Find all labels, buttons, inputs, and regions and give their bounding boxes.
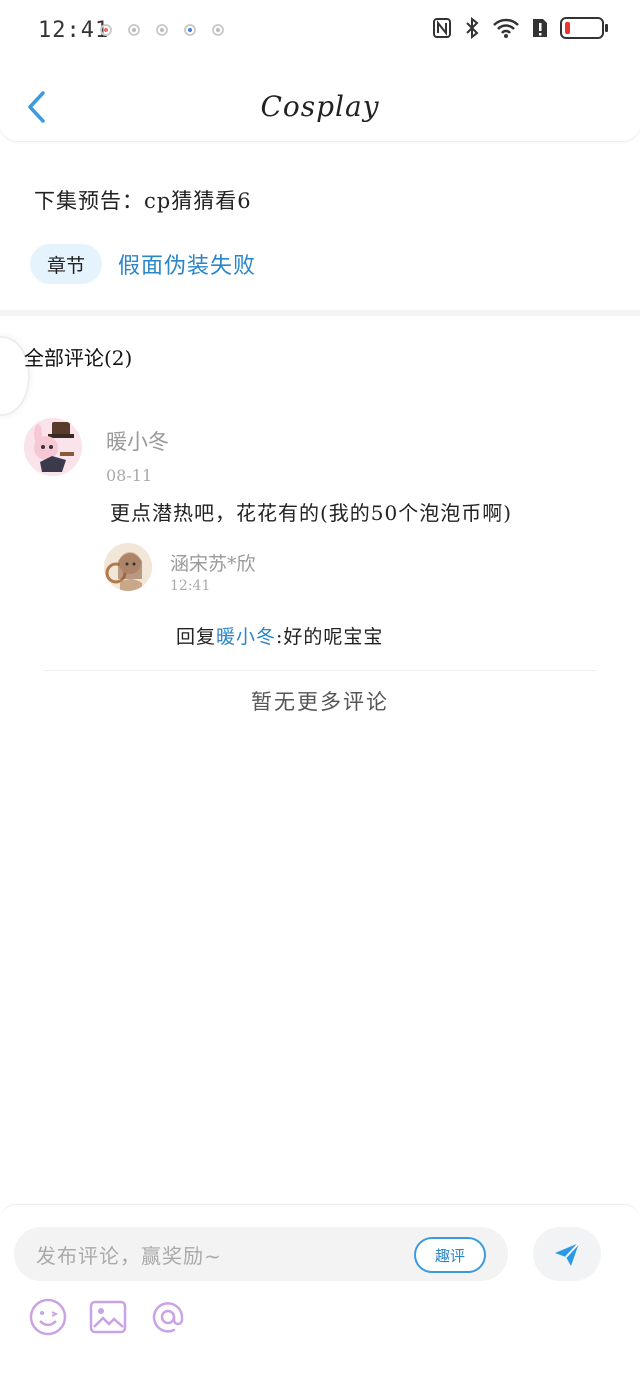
notification-dot-icon <box>156 24 168 36</box>
comments-divider <box>44 670 596 671</box>
next-preview-text: 下集预告：cp猜猜看6 <box>34 189 252 213</box>
reply-time: 12:41 <box>170 578 211 594</box>
comment-placeholder: 发布评论，赢奖励~ <box>36 1244 222 1268</box>
status-time: 12:41 <box>38 18 110 43</box>
chapter-row: 章节 假面伪装失败 <box>30 244 256 284</box>
chapter-link[interactable]: 假面伪装失败 <box>118 248 256 280</box>
notification-icons <box>100 24 224 36</box>
send-icon <box>555 1242 580 1266</box>
comment-composer: 发布评论，赢奖励~ 趣评 <box>0 1204 640 1387</box>
comment-text: 更点潜热吧，花花有的(我的50个泡泡币啊) <box>110 501 513 525</box>
wifi-icon <box>492 16 520 40</box>
reply-body: :好的呢宝宝 <box>276 626 384 648</box>
fun-comment-button[interactable]: 趣评 <box>414 1237 486 1273</box>
chapter-pill: 章节 <box>30 244 102 284</box>
reply-prefix: 回复 <box>176 626 217 648</box>
status-bar: 12:41 <box>0 0 640 62</box>
notification-dot-icon <box>128 24 140 36</box>
system-icons <box>432 16 608 40</box>
avatar[interactable] <box>104 543 152 591</box>
composer-tools <box>28 1297 188 1337</box>
top-navbar: Cosplay <box>0 62 640 142</box>
bluetooth-icon <box>462 16 482 40</box>
nfc-icon <box>432 16 452 40</box>
image-button[interactable] <box>88 1297 128 1337</box>
comment-author[interactable]: 暖小冬 <box>106 426 169 456</box>
comment-date: 08-11 <box>106 466 153 485</box>
notification-dot-icon <box>212 24 224 36</box>
page-title: Cosplay <box>260 90 380 123</box>
reply-text: 回复暖小冬:好的呢宝宝 <box>176 622 383 649</box>
at-icon <box>152 1302 184 1333</box>
reply-mention[interactable]: 暖小冬 <box>216 626 276 648</box>
comments-title: 全部评论(2) <box>24 346 133 370</box>
section-divider <box>0 310 640 316</box>
sim-alert-icon <box>530 16 550 40</box>
mention-button[interactable] <box>148 1297 188 1337</box>
notification-dot-icon <box>100 24 112 36</box>
notification-dot-icon <box>184 24 196 36</box>
battery-icon <box>560 17 608 39</box>
image-icon <box>89 1300 127 1334</box>
reply-author[interactable]: 涵宋苏*欣 <box>170 549 256 576</box>
emoji-button[interactable] <box>28 1297 68 1337</box>
no-more-comments: 暂无更多评论 <box>251 690 389 714</box>
smiley-icon <box>29 1298 67 1336</box>
comment-input[interactable]: 发布评论，赢奖励~ 趣评 <box>14 1227 508 1281</box>
avatar[interactable] <box>24 418 82 476</box>
send-button[interactable] <box>533 1227 601 1281</box>
